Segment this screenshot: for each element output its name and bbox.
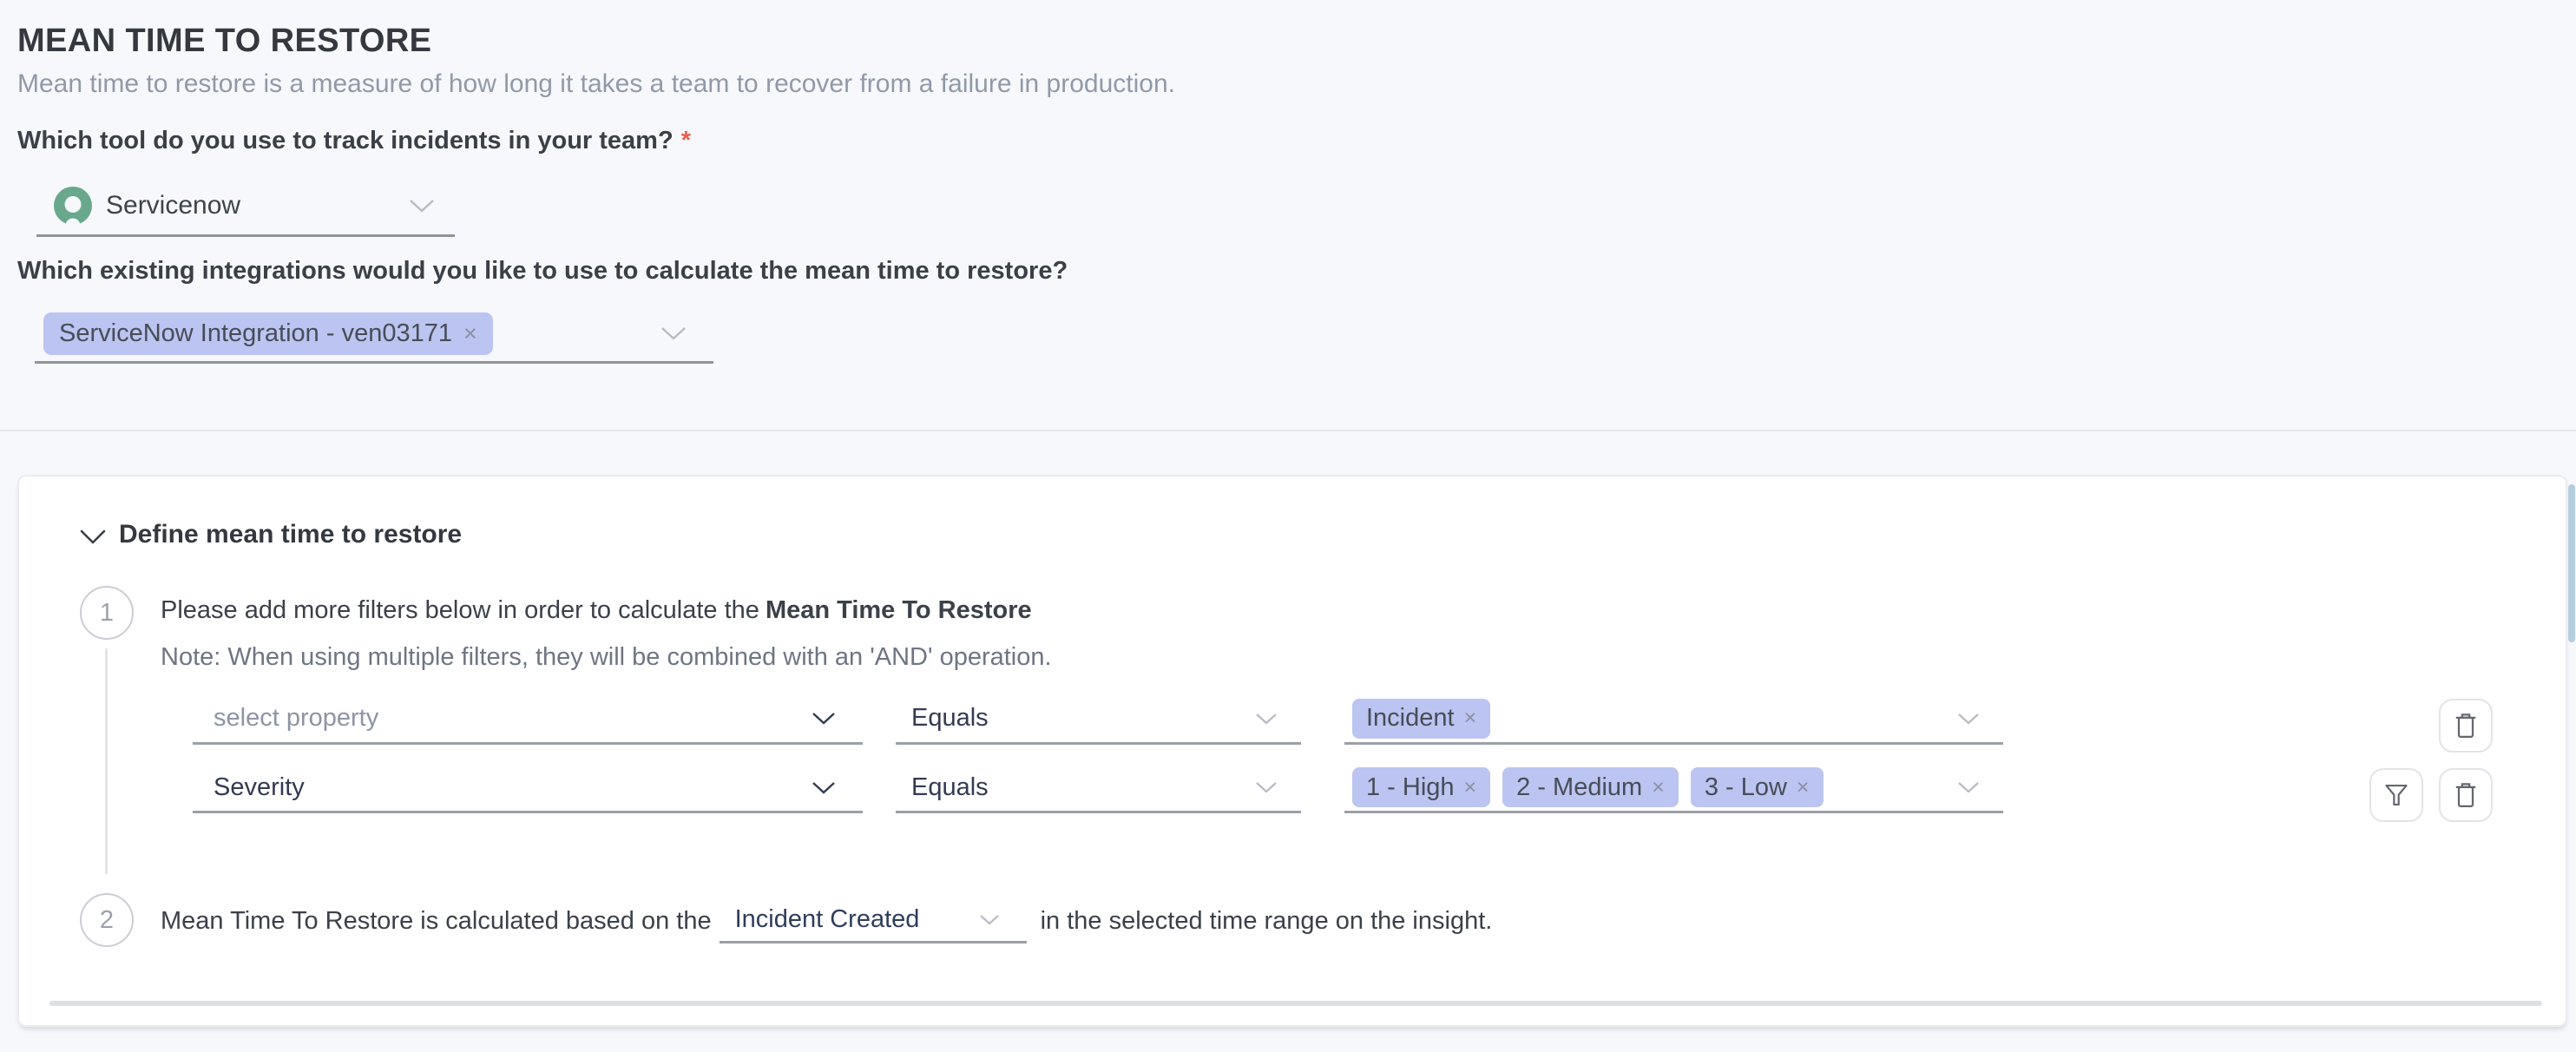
servicenow-logo-icon [54,187,92,225]
chevron-down-icon [1956,712,1981,726]
chip-remove-icon[interactable]: × [1797,777,1810,799]
filter-1-values-select[interactable]: Incident × [1344,694,2003,745]
filter-value-chip: 3 - Low × [1691,767,1824,807]
section-divider [0,430,2576,431]
filter-action-button[interactable] [2369,768,2423,822]
filter-value-chip-label: 1 - High [1366,773,1455,802]
filter-value-chip: 1 - High × [1352,767,1490,807]
card-title: Define mean time to restore [119,520,462,549]
event-select-value: Incident Created [735,905,920,934]
filter-1-operator-value: Equals [911,704,989,733]
step-1-note: Note: When using multiple filters, they … [161,643,1052,672]
vertical-scrollbar-thumb[interactable] [2568,484,2575,642]
step-1-instruction-text: Please add more filters below in order t… [161,596,759,624]
tool-select[interactable]: Servicenow [36,177,455,237]
chevron-down-icon [408,198,436,214]
filter-2-operator-select[interactable]: Equals [896,764,1301,813]
filter-value-chip-label: 2 - Medium [1516,773,1642,802]
collapse-chevron-icon[interactable] [78,529,108,546]
tool-question-text: Which tool do you use to track incidents… [17,127,674,155]
funnel-icon [2383,783,2409,807]
chevron-down-icon [811,780,837,795]
filter-value-chip: 2 - Medium × [1502,767,1679,807]
integrations-select[interactable]: ServiceNow Integration - ven03171 × [35,306,713,364]
event-select[interactable]: Incident Created [720,898,1027,944]
filter-value-chip-label: 3 - Low [1705,773,1787,802]
chip-remove-icon[interactable]: × [1652,777,1665,799]
step-2-instruction: Mean Time To Restore is calculated based… [161,898,1492,944]
trash-icon [2453,780,2479,810]
step-2-text-after: in the selected time range on the insigh… [1041,907,1493,936]
trash-icon [2453,711,2479,740]
chevron-down-icon [811,711,837,726]
filter-1-property-select[interactable]: select property [193,694,863,745]
definition-card: Define mean time to restore 1 Please add… [17,475,2567,1027]
step-2-text-before: Mean Time To Restore is calculated based… [161,907,712,936]
chip-remove-icon[interactable]: × [463,322,477,345]
step-2-badge: 2 [80,893,134,947]
delete-filter-2-button[interactable] [2439,768,2493,822]
chip-remove-icon[interactable]: × [1464,777,1477,799]
horizontal-scrollbar[interactable] [49,1001,2542,1006]
chevron-down-icon [1956,780,1981,794]
integrations-question-text: Which existing integrations would you li… [17,257,1068,285]
filter-2-values-select[interactable]: 1 - High × 2 - Medium × 3 - Low × [1344,764,2003,813]
tool-select-value: Servicenow [106,191,240,220]
step-connector-line [105,648,108,874]
chevron-down-icon [660,325,687,341]
required-asterisk: * [681,127,691,155]
page-subtitle: Mean time to restore is a measure of how… [17,69,1175,99]
chevron-down-icon [1254,712,1278,726]
filter-2-property-value: Severity [214,773,305,802]
step-1-instruction-emphasis: Mean Time To Restore [766,596,1032,624]
filter-2-operator-value: Equals [911,773,989,802]
chevron-down-icon [978,913,1001,926]
filter-1-operator-select[interactable]: Equals [896,694,1301,745]
chevron-down-icon [1254,780,1278,794]
filter-value-chip: Incident × [1352,699,1490,739]
filter-2-property-select[interactable]: Severity [193,764,863,813]
integrations-question-label: Which existing integrations would you li… [17,257,1068,286]
step-1-instruction: Please add more filters below in order t… [161,596,1032,625]
tool-question-label: Which tool do you use to track incidents… [17,127,691,155]
filter-1-property-placeholder: select property [214,704,378,733]
integration-chip: ServiceNow Integration - ven03171 × [43,312,493,355]
integration-chip-label: ServiceNow Integration - ven03171 [59,319,452,348]
filter-value-chip-label: Incident [1366,704,1455,733]
page-title: MEAN TIME TO RESTORE [17,23,431,60]
step-1-badge: 1 [80,586,134,640]
delete-filter-1-button[interactable] [2439,699,2493,753]
chip-remove-icon[interactable]: × [1464,707,1477,729]
